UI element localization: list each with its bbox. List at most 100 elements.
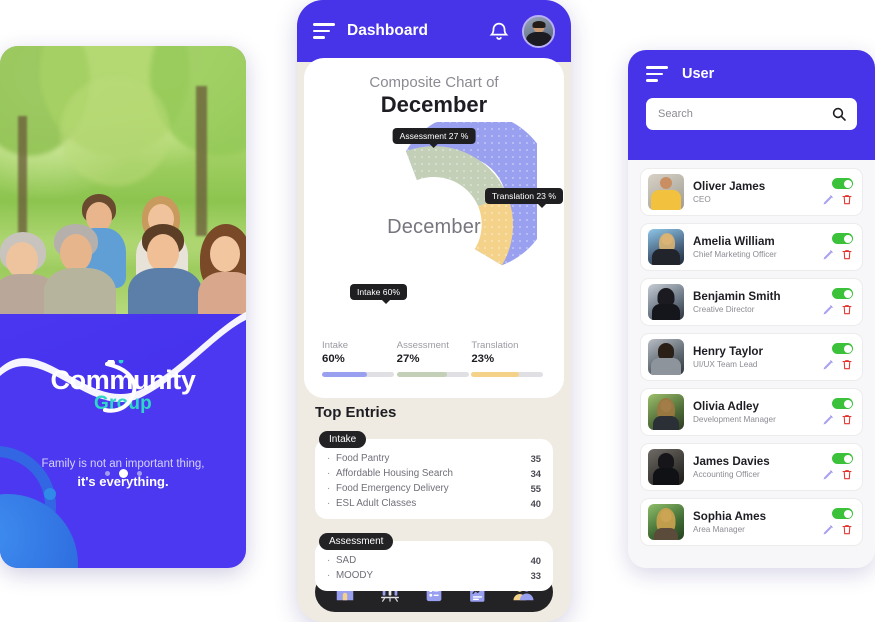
status-toggle[interactable] (832, 453, 853, 464)
entry-name: SAD (336, 555, 357, 566)
table-row[interactable]: Oliver James CEO (640, 168, 863, 216)
table-row[interactable]: Olivia Adley Development Manager (640, 388, 863, 436)
user-role: Area Manager (693, 524, 745, 534)
chart-subtitle: Composite Chart of (369, 74, 499, 91)
carousel-dot-active[interactable] (118, 469, 128, 478)
bullet-icon: · (327, 483, 331, 494)
avatar[interactable] (522, 14, 555, 48)
user-info: Olivia Adley Development Manager (693, 400, 813, 424)
section-title: Top Entries (315, 404, 397, 421)
search-bar[interactable] (646, 98, 857, 130)
status-toggle[interactable] (832, 233, 853, 244)
bullet-icon: · (327, 555, 331, 566)
donut-center-label: December (387, 216, 481, 238)
donut-chart: December Assessment 27 % Translation 23 … (304, 122, 564, 334)
bullet-icon: · (327, 468, 331, 479)
legend-value: 60% (322, 353, 345, 365)
row-icon-group (822, 468, 853, 481)
trash-icon[interactable] (841, 248, 853, 261)
carousel-dot[interactable] (136, 471, 142, 476)
row-actions (822, 453, 853, 481)
table-row[interactable]: Sophia Ames Area Manager (640, 498, 863, 546)
user-role: Creative Director (693, 304, 755, 314)
entry-name: ESL Adult Classes (336, 498, 417, 509)
user-role: CEO (693, 194, 711, 204)
table-row[interactable]: Benjamin Smith Creative Director (640, 278, 863, 326)
carousel-dot[interactable] (104, 471, 110, 476)
list-item[interactable]: · Food Pantry 35 (327, 451, 541, 466)
table-row[interactable]: James Davies Accounting Officer (640, 443, 863, 491)
top-entries-section: Top Entries Intake · Food Pantry 35 · Af… (297, 404, 571, 591)
pencil-icon[interactable] (822, 194, 834, 206)
list-item[interactable]: · MOODY 33 (327, 568, 541, 583)
tooltip-intake: Intake 60% (350, 284, 407, 304)
user-name: James Davies (693, 455, 770, 469)
brand-swoosh-icon (103, 360, 137, 413)
avatar (648, 174, 684, 210)
pencil-icon[interactable] (822, 524, 834, 536)
pencil-icon[interactable] (822, 249, 834, 261)
user-name: Amelia William (693, 235, 775, 249)
chart-legend: Intake 60% Assessment 27% Translation 23… (304, 340, 564, 377)
trash-icon[interactable] (841, 358, 853, 371)
list-item[interactable]: · Food Emergency Delivery 55 (327, 481, 541, 496)
list-item[interactable]: · SAD 40 (327, 553, 541, 568)
table-row[interactable]: Amelia William Chief Marketing Officer (640, 223, 863, 271)
trash-icon[interactable] (841, 413, 853, 426)
legend-item-intake: Intake 60% (322, 340, 397, 377)
bell-icon[interactable] (488, 20, 510, 42)
legend-progress-fill (396, 372, 448, 377)
row-actions (822, 233, 853, 261)
legend-progress-fill (322, 372, 367, 377)
legend-label: Assessment (396, 340, 449, 351)
status-toggle[interactable] (832, 343, 853, 354)
tooltip-assessment: Assessment 27 % (392, 128, 476, 144)
row-icon-group (822, 303, 853, 316)
search-icon[interactable] (831, 106, 847, 122)
panel-title: User (682, 66, 715, 82)
phone-header: Dashboard (297, 0, 571, 62)
entry-value: 35 (530, 453, 541, 464)
user-role: UI/UX Team Lead (693, 359, 758, 369)
user-info: Henry Taylor UI/UX Team Lead (693, 345, 813, 369)
trash-icon[interactable] (841, 193, 853, 206)
status-toggle[interactable] (832, 508, 853, 519)
list-item[interactable]: · ESL Adult Classes 40 (327, 496, 541, 511)
row-icon-group (822, 358, 853, 371)
pencil-icon[interactable] (822, 469, 834, 481)
search-input[interactable] (658, 108, 831, 120)
row-icon-group (822, 193, 853, 206)
trash-icon[interactable] (841, 468, 853, 481)
entry-value: 33 (530, 570, 541, 581)
legend-progress-fill (471, 372, 519, 377)
entry-value: 40 (530, 555, 541, 566)
status-toggle[interactable] (832, 398, 853, 409)
legend-label: Translation (471, 340, 519, 351)
trash-icon[interactable] (841, 523, 853, 536)
carousel-dots[interactable] (0, 469, 246, 478)
user-panel: User Oliver James CEO (628, 50, 875, 568)
hamburger-icon[interactable] (646, 66, 668, 82)
pencil-icon[interactable] (822, 304, 834, 316)
user-role: Chief Marketing Officer (693, 249, 777, 259)
list-item[interactable]: · Affordable Housing Search 34 (327, 466, 541, 481)
table-row[interactable]: Henry Taylor UI/UX Team Lead (640, 333, 863, 381)
row-actions (822, 398, 853, 426)
hamburger-icon[interactable] (313, 23, 335, 39)
avatar (648, 284, 684, 320)
pencil-icon[interactable] (822, 414, 834, 426)
status-toggle[interactable] (832, 178, 853, 189)
row-actions (822, 508, 853, 536)
entry-value: 34 (530, 468, 541, 479)
user-role: Accounting Officer (693, 469, 760, 479)
legend-value: 27% (396, 353, 420, 365)
tree-trunk (196, 86, 207, 236)
user-info: James Davies Accounting Officer (693, 455, 813, 479)
pencil-icon[interactable] (822, 359, 834, 371)
status-toggle[interactable] (832, 288, 853, 299)
chart-title: December (380, 92, 488, 117)
legend-value: 23% (471, 353, 495, 365)
group-label-intake: Intake (319, 431, 367, 448)
trash-icon[interactable] (841, 303, 853, 316)
user-name: Oliver James (693, 180, 766, 194)
